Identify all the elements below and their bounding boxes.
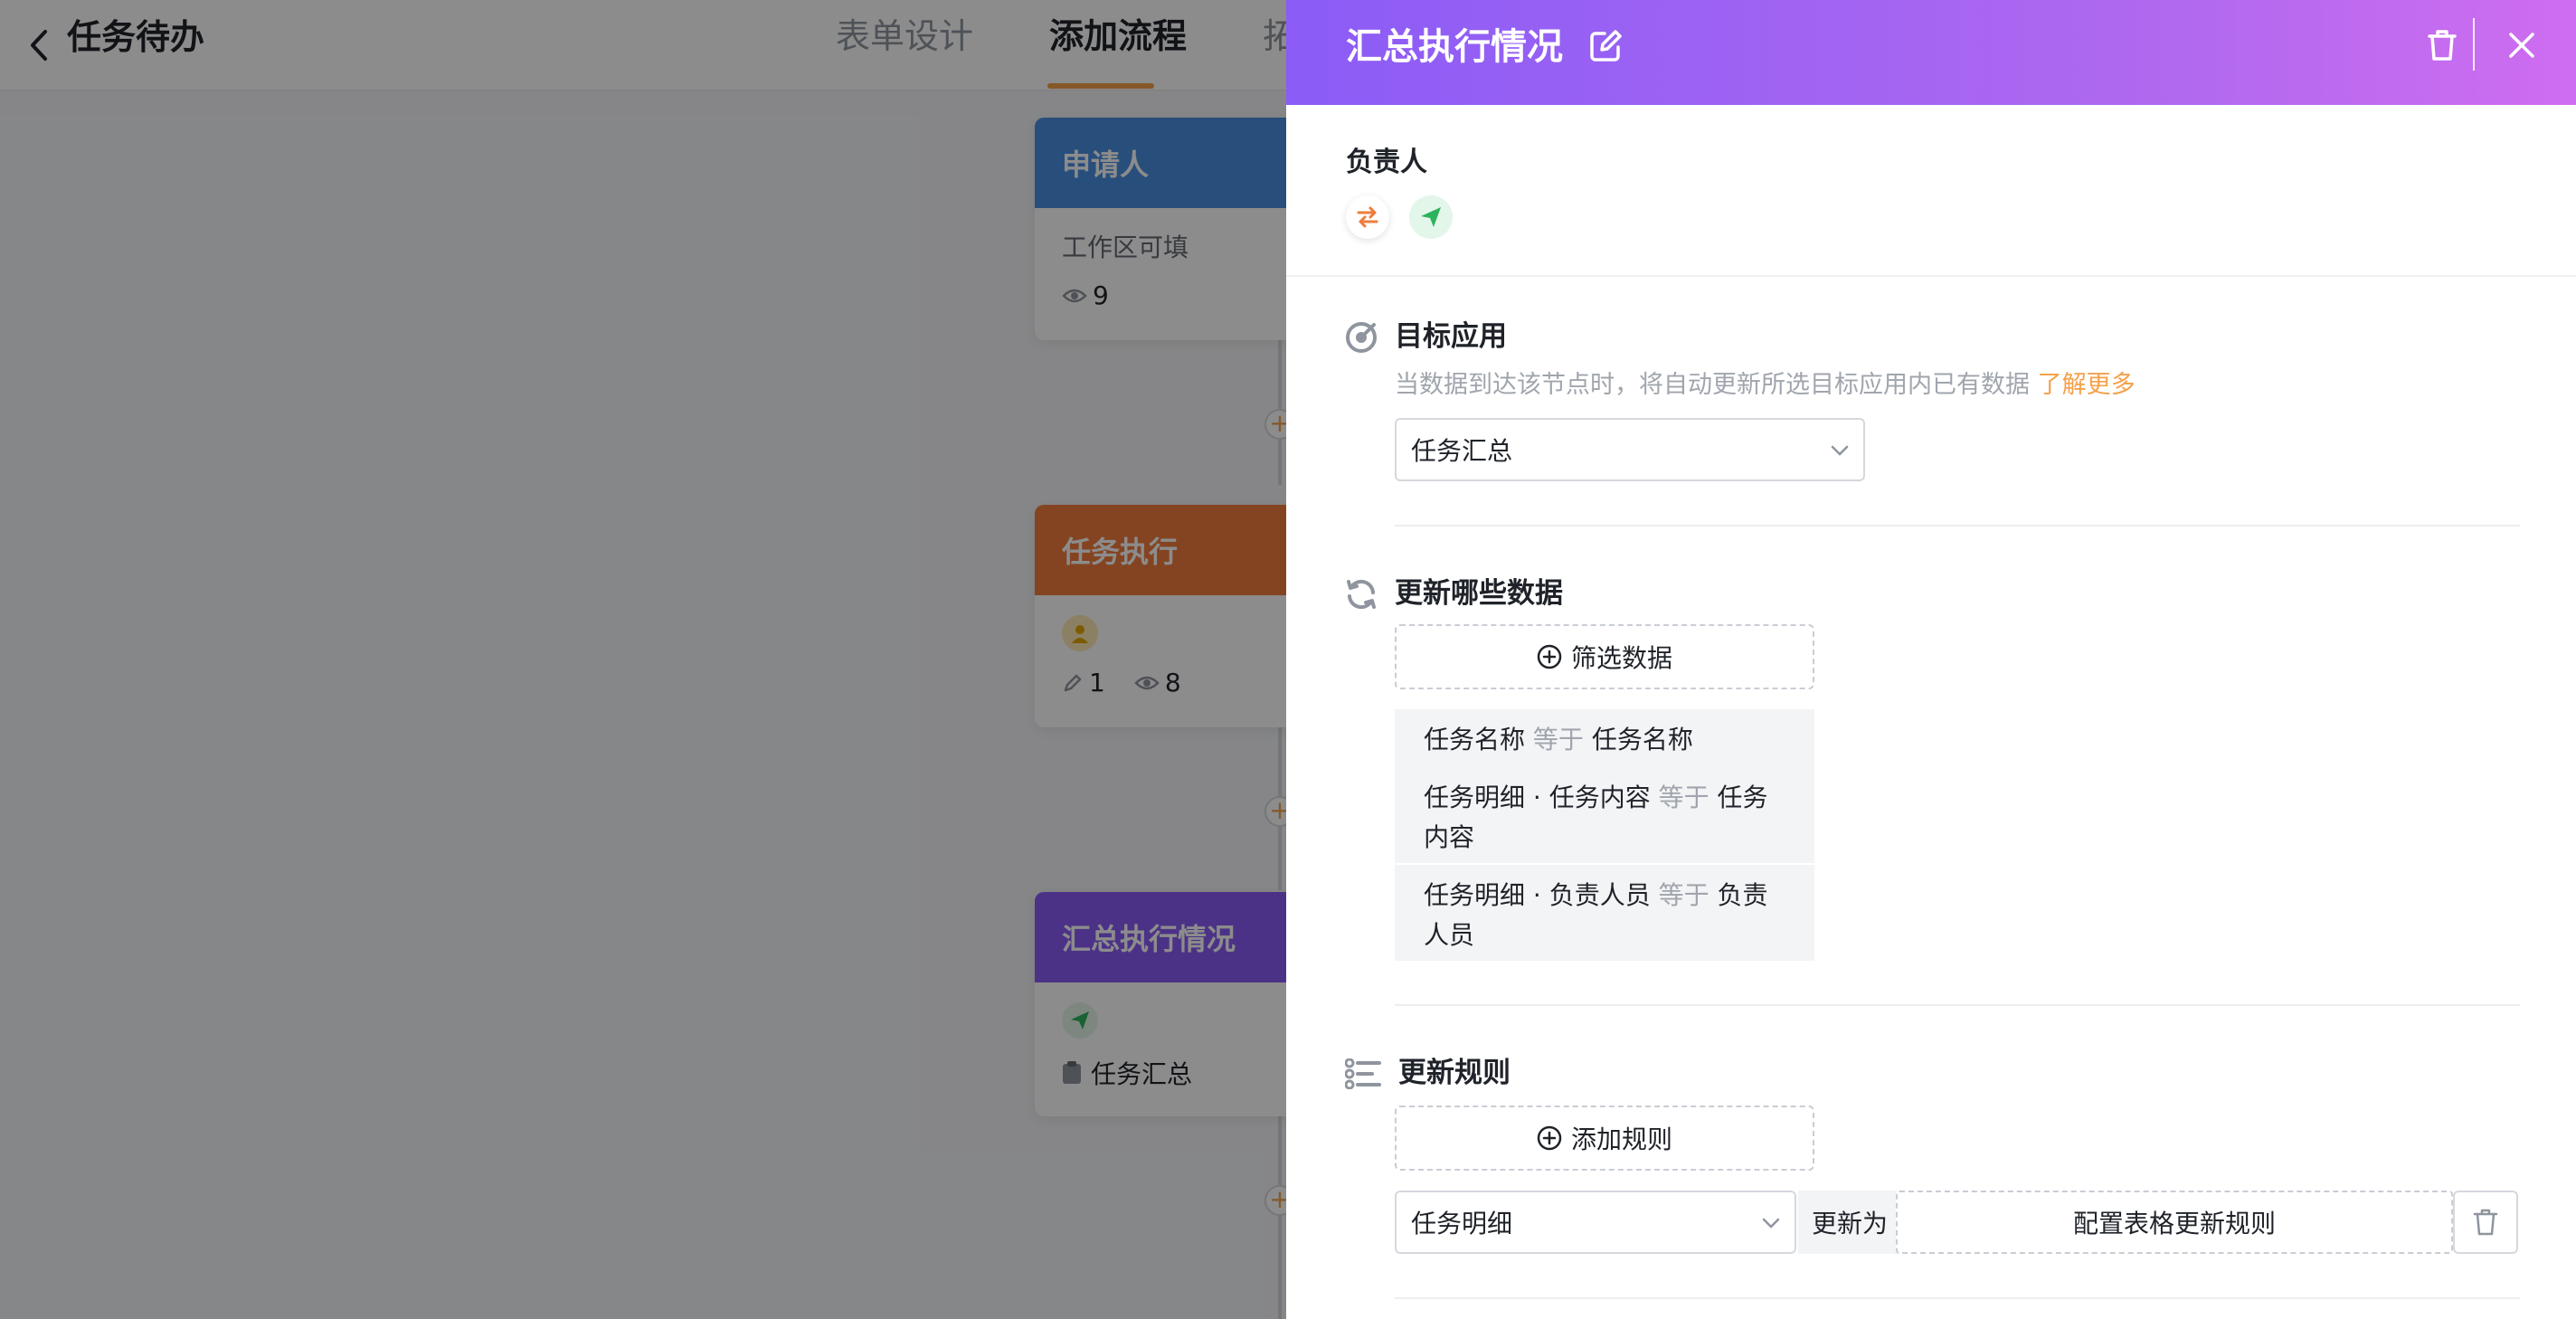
rule-field-select[interactable]: 任务明细 <box>1395 1191 1796 1254</box>
target-app-title: 目标应用 <box>1395 320 1507 353</box>
chevron-down-icon <box>1831 445 1849 456</box>
swap-icon <box>1357 206 1378 228</box>
learn-more-link[interactable]: 了解更多 <box>2038 371 2136 399</box>
condition-operator: 等于 <box>1658 783 1709 812</box>
target-app-select[interactable]: 任务汇总 <box>1395 418 1865 481</box>
condition-value: 任务名称 <box>1591 725 1693 754</box>
config-table-rule-button[interactable]: 配置表格更新规则 <box>1896 1191 2453 1254</box>
selected-value: 任务明细 <box>1411 1209 1513 1238</box>
delete-rule-button[interactable] <box>2453 1191 2518 1254</box>
update-rules-title: 更新规则 <box>1398 1057 1511 1089</box>
condition-field: 任务明细 · 任务内容 <box>1424 783 1651 812</box>
condition-field: 任务名称 <box>1424 725 1526 754</box>
condition-item[interactable]: 任务明细 · 负责人员 等于 负责人员 <box>1395 865 1814 961</box>
chevron-down-icon <box>1762 1218 1780 1229</box>
trash-icon <box>2428 30 2457 61</box>
assignee-label: 负责人 <box>1346 147 1427 178</box>
plus-circle-icon <box>1537 644 1562 669</box>
section-separator <box>1286 275 2576 277</box>
condition-field: 任务明细 · 负责人员 <box>1424 880 1651 910</box>
update-to-label: 更新为 <box>1798 1191 1901 1254</box>
section-divider <box>1395 1004 2520 1006</box>
target-app-hint: 当数据到达该节点时，将自动更新所选目标应用内已有数据 了解更多 <box>1395 367 2136 403</box>
filter-data-label: 筛选数据 <box>1570 643 1672 673</box>
edit-title-button[interactable] <box>1585 25 1626 67</box>
condition-item[interactable]: 任务名称 等于 任务名称 <box>1395 709 1814 767</box>
send-button[interactable] <box>1409 195 1453 239</box>
header-divider <box>2473 18 2475 71</box>
hint-text: 当数据到达该节点时，将自动更新所选目标应用内已有数据 <box>1395 371 2030 399</box>
close-drawer-button[interactable] <box>2498 22 2545 69</box>
switch-assignee-button[interactable] <box>1346 195 1389 239</box>
close-icon <box>2509 33 2534 58</box>
list-icon <box>1344 1057 1382 1091</box>
send-icon <box>1421 207 1441 227</box>
section-divider <box>1395 525 2520 527</box>
which-data-title: 更新哪些数据 <box>1395 577 1563 610</box>
drawer-title: 汇总执行情况 <box>1346 26 1563 68</box>
selected-value: 任务汇总 <box>1411 436 1513 466</box>
filter-data-button[interactable]: 筛选数据 <box>1395 624 1814 689</box>
target-icon <box>1344 320 1378 355</box>
trash-icon <box>2473 1209 2498 1236</box>
drawer-header: 汇总执行情况 <box>1286 0 2576 105</box>
edit-icon <box>1590 30 1622 62</box>
plus-circle-icon <box>1537 1125 1562 1151</box>
condition-item[interactable]: 任务明细 · 任务内容 等于 任务内容 <box>1395 767 1814 863</box>
refresh-icon <box>1344 577 1378 612</box>
condition-operator: 等于 <box>1532 725 1584 754</box>
delete-node-button[interactable] <box>2419 22 2466 69</box>
section-divider <box>1395 1297 2520 1299</box>
add-rule-button[interactable]: 添加规则 <box>1395 1105 1814 1171</box>
add-rule-label: 添加规则 <box>1570 1124 1672 1154</box>
node-config-drawer: 汇总执行情况 负责人 目标应用 当数据到达该节点时，将自动更新所选目标应用内已有… <box>1286 0 2576 1319</box>
condition-operator: 等于 <box>1658 880 1709 910</box>
